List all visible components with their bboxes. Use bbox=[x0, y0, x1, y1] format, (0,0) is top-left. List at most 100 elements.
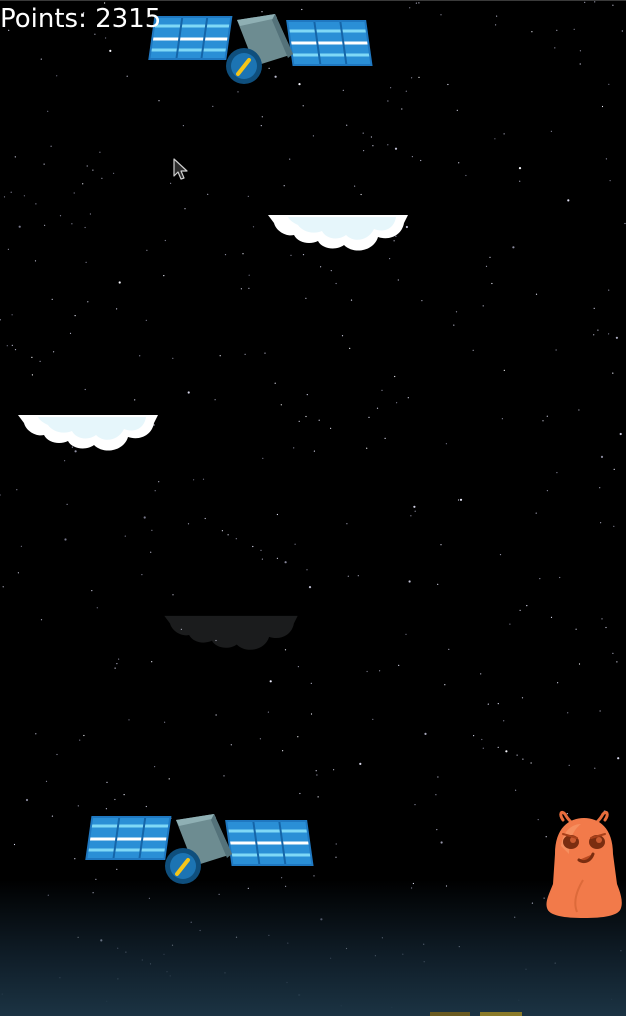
star bbox=[139, 355, 141, 357]
star bbox=[335, 282, 337, 285]
star bbox=[531, 31, 533, 33]
star bbox=[346, 124, 348, 126]
star bbox=[267, 711, 269, 713]
star bbox=[221, 530, 223, 532]
star bbox=[320, 266, 322, 268]
star bbox=[608, 83, 610, 85]
star bbox=[99, 151, 101, 153]
star bbox=[624, 222, 626, 225]
star bbox=[123, 794, 125, 796]
star bbox=[40, 58, 42, 60]
star bbox=[302, 105, 304, 107]
star bbox=[146, 249, 148, 251]
star bbox=[35, 733, 37, 735]
star bbox=[584, 1, 586, 3]
star bbox=[579, 50, 582, 52]
star bbox=[578, 663, 581, 665]
star bbox=[202, 478, 205, 480]
star bbox=[35, 203, 37, 205]
star bbox=[105, 37, 107, 39]
star bbox=[379, 670, 381, 672]
star bbox=[20, 545, 22, 547]
star bbox=[14, 156, 16, 158]
star bbox=[354, 185, 356, 187]
star bbox=[116, 663, 118, 665]
star bbox=[145, 805, 147, 808]
faded-cloud-platform-icon bbox=[164, 615, 298, 650]
star bbox=[617, 757, 620, 760]
star bbox=[114, 798, 116, 801]
star bbox=[284, 561, 287, 564]
star bbox=[151, 661, 153, 663]
planet-horizon bbox=[0, 880, 626, 1016]
star bbox=[335, 843, 337, 845]
cloud-platform-icon[interactable] bbox=[16, 413, 160, 455]
star bbox=[366, 670, 368, 673]
star bbox=[366, 447, 368, 449]
star bbox=[616, 661, 618, 663]
star bbox=[227, 534, 229, 536]
cloud-platform-icon[interactable] bbox=[266, 213, 410, 255]
star bbox=[554, 47, 556, 49]
star bbox=[193, 479, 195, 481]
star bbox=[154, 490, 156, 492]
star bbox=[621, 30, 623, 32]
star bbox=[215, 714, 217, 716]
star bbox=[333, 769, 335, 771]
game-scene[interactable]: Points: 2315 bbox=[0, 0, 626, 1016]
star bbox=[559, 576, 561, 579]
star bbox=[612, 372, 614, 374]
star bbox=[480, 673, 482, 675]
star bbox=[515, 789, 517, 791]
star bbox=[163, 275, 165, 277]
star bbox=[56, 753, 58, 756]
star bbox=[440, 14, 442, 16]
satellite-icon bbox=[148, 14, 373, 84]
star bbox=[575, 628, 577, 630]
star bbox=[56, 75, 58, 77]
star bbox=[31, 374, 33, 376]
star bbox=[436, 829, 438, 831]
star bbox=[605, 158, 608, 160]
star bbox=[597, 329, 599, 331]
star bbox=[605, 626, 607, 629]
star bbox=[96, 607, 98, 609]
star bbox=[182, 125, 184, 127]
star bbox=[601, 105, 604, 108]
star bbox=[615, 336, 619, 339]
star bbox=[530, 762, 532, 764]
star bbox=[601, 618, 603, 620]
star bbox=[394, 375, 396, 378]
star bbox=[242, 253, 244, 255]
star bbox=[274, 382, 276, 384]
star bbox=[44, 224, 46, 226]
star bbox=[92, 169, 94, 171]
star bbox=[599, 487, 601, 489]
star bbox=[509, 623, 511, 625]
star bbox=[384, 437, 386, 439]
star bbox=[613, 468, 615, 470]
star bbox=[516, 754, 518, 756]
star bbox=[437, 776, 439, 778]
star bbox=[276, 557, 278, 559]
star bbox=[503, 720, 505, 722]
star bbox=[330, 270, 332, 272]
star bbox=[568, 764, 570, 766]
star bbox=[619, 432, 622, 436]
star bbox=[39, 360, 41, 362]
star bbox=[497, 703, 499, 705]
star bbox=[14, 349, 17, 351]
star bbox=[6, 345, 8, 347]
star bbox=[546, 415, 548, 417]
star bbox=[280, 404, 282, 406]
star bbox=[522, 758, 524, 760]
offscreen-sprite-edge bbox=[430, 1012, 522, 1016]
star bbox=[224, 254, 227, 256]
star bbox=[23, 195, 25, 197]
star bbox=[154, 766, 156, 768]
star bbox=[567, 199, 570, 202]
star bbox=[230, 744, 232, 746]
orange-alien-icon bbox=[546, 810, 622, 918]
star bbox=[17, 572, 19, 574]
star bbox=[424, 732, 427, 736]
